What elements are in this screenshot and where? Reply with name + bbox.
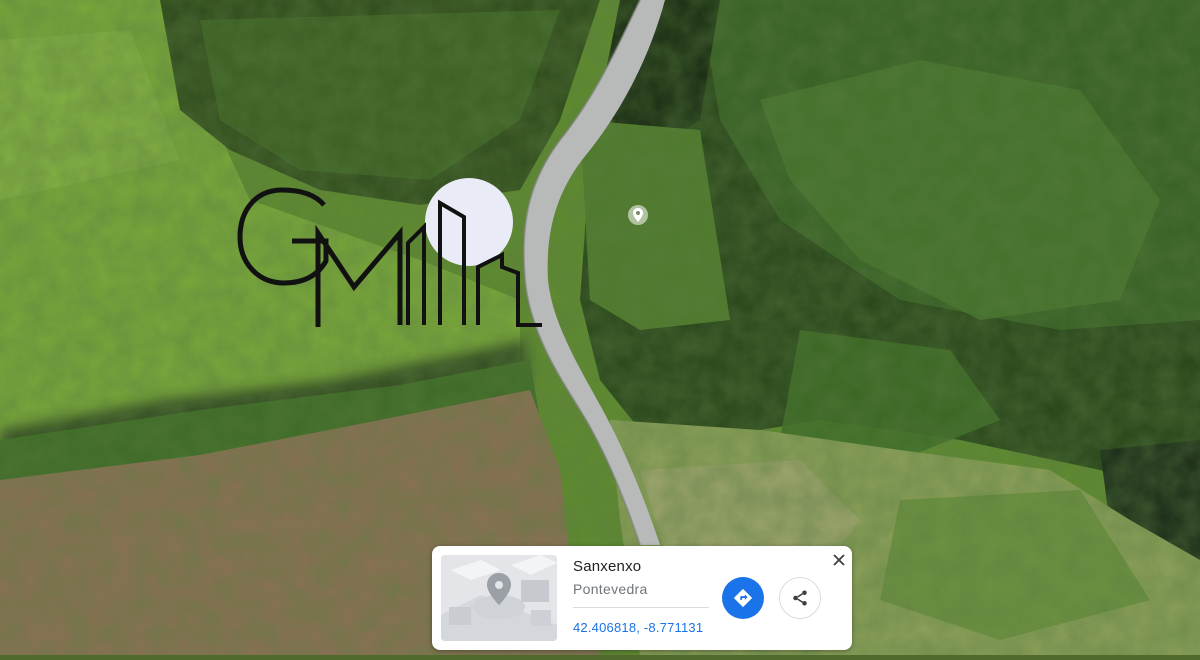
place-name: Sanxenxo <box>573 558 642 575</box>
close-button[interactable] <box>829 550 849 570</box>
place-coordinates[interactable]: 42.406818, -8.771131 <box>573 620 703 635</box>
watermark-logo: GM <box>232 175 552 335</box>
location-pin-icon[interactable] <box>627 204 649 226</box>
share-button[interactable] <box>779 577 821 619</box>
logo-text: GM <box>232 175 234 176</box>
directions-icon <box>733 588 753 608</box>
share-icon <box>793 590 807 606</box>
divider <box>573 607 709 608</box>
place-region: Pontevedra <box>573 581 648 597</box>
place-info-card[interactable]: Sanxenxo Pontevedra 42.406818, -8.771131 <box>432 546 852 650</box>
directions-button[interactable] <box>722 577 764 619</box>
place-thumbnail[interactable] <box>441 555 557 641</box>
close-icon <box>833 554 845 566</box>
